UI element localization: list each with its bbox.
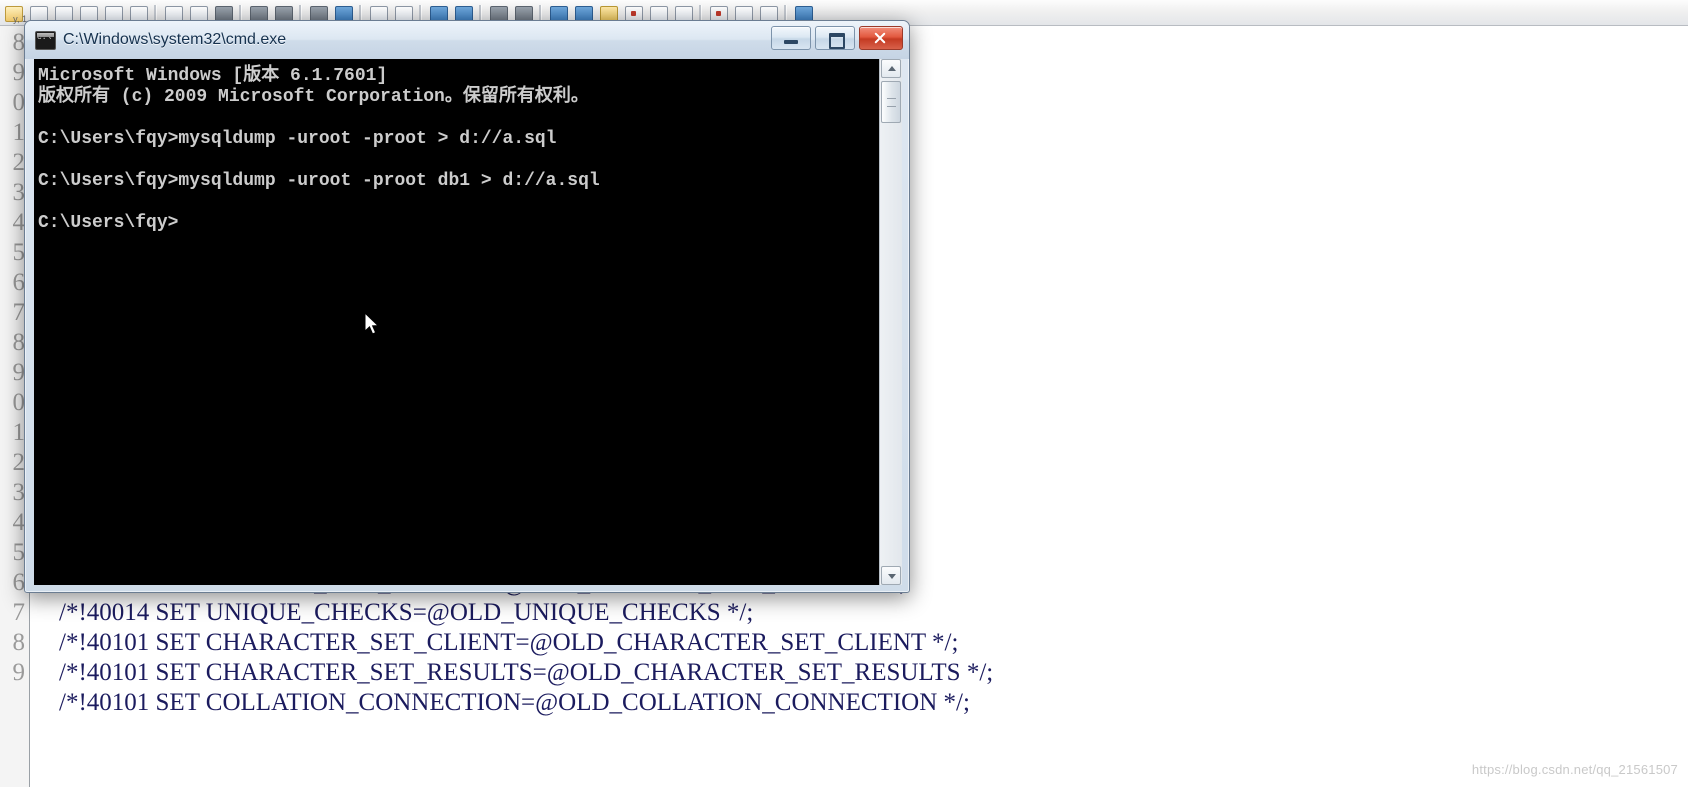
console-line: C:\Users\fqy>mysqldump -uroot -proot db1… (38, 171, 600, 191)
line-number: 9 (12, 359, 26, 386)
minimize-icon (772, 27, 810, 49)
line-number: 5 (12, 239, 26, 266)
line-number: 6 (12, 569, 26, 596)
line-number: 9 (12, 659, 26, 686)
line-number: 4 (12, 209, 26, 236)
console-line: 版权所有 (c) 2009 Microsoft Corporation。保留所有… (38, 87, 589, 107)
code-line: /*!40101 SET COLLATION_CONNECTION=@OLD_C… (59, 689, 970, 716)
console-output[interactable]: Microsoft Windows [版本 6.1.7601] 版权所有 (c) … (34, 59, 879, 585)
line-number: 0 (12, 89, 26, 116)
scroll-up-arrow-icon[interactable] (881, 59, 901, 78)
line-number: 2 (12, 449, 26, 476)
maximize-button[interactable] (815, 26, 855, 50)
code-line: /*!40014 SET UNIQUE_CHECKS=@OLD_UNIQUE_C… (59, 599, 754, 626)
line-number: 8 (12, 329, 26, 356)
line-number: 2 (12, 149, 26, 176)
toolbar-separator (784, 4, 787, 21)
line-number: 1 (12, 419, 26, 446)
scroll-down-arrow-icon[interactable] (881, 566, 901, 585)
code-line: /*!40101 SET CHARACTER_SET_RESULTS=@OLD_… (59, 659, 994, 686)
toolbar-separator (299, 4, 302, 21)
minimize-button[interactable] (771, 26, 811, 50)
line-number: 5 (12, 539, 26, 566)
window-controls (771, 26, 903, 50)
line-number: 4 (12, 509, 26, 536)
console-line: Microsoft Windows [版本 6.1.7601] (38, 66, 388, 86)
line-number: 6 (12, 269, 26, 296)
close-icon (860, 27, 902, 49)
toolbar-separator (539, 4, 542, 21)
cmd-window[interactable]: C:\Windows\system32\cmd.exe Microsoft Wi… (24, 20, 910, 593)
toolbar-separator (359, 4, 362, 21)
close-button[interactable] (859, 26, 903, 50)
line-number: 8 (12, 29, 26, 56)
line-number: 1 (12, 119, 26, 146)
csdn-watermark: https://blog.csdn.net/qq_21561507 (1471, 762, 1678, 777)
scrollbar-thumb[interactable] (881, 81, 901, 123)
toolbar-separator (699, 4, 702, 21)
toolbar-separator (239, 4, 242, 21)
line-number: 8 (12, 629, 26, 656)
console-line: C:\Users\fqy>mysqldump -uroot -proot > d… (38, 129, 557, 149)
line-number: 0 (12, 389, 26, 416)
console-line: C:\Users\fqy> (38, 213, 179, 233)
cmd-console-icon (35, 30, 56, 50)
cmd-body: Microsoft Windows [版本 6.1.7601] 版权所有 (c) … (34, 59, 902, 585)
console-scrollbar[interactable] (879, 59, 902, 585)
toolbar-separator (154, 4, 157, 21)
maximize-icon (816, 27, 854, 49)
code-line: /*!40101 SET CHARACTER_SET_CLIENT=@OLD_C… (59, 629, 959, 656)
line-number: 7 (12, 299, 26, 326)
toolbar-separator (479, 4, 482, 21)
line-number: 7 (12, 599, 26, 626)
line-number: 3 (12, 179, 26, 206)
line-number: 9 (12, 59, 26, 86)
toolbar-separator (419, 4, 422, 21)
cmd-title-bar[interactable]: C:\Windows\system32\cmd.exe (25, 21, 909, 59)
cmd-window-title: C:\Windows\system32\cmd.exe (63, 31, 287, 48)
line-number: 3 (12, 479, 26, 506)
